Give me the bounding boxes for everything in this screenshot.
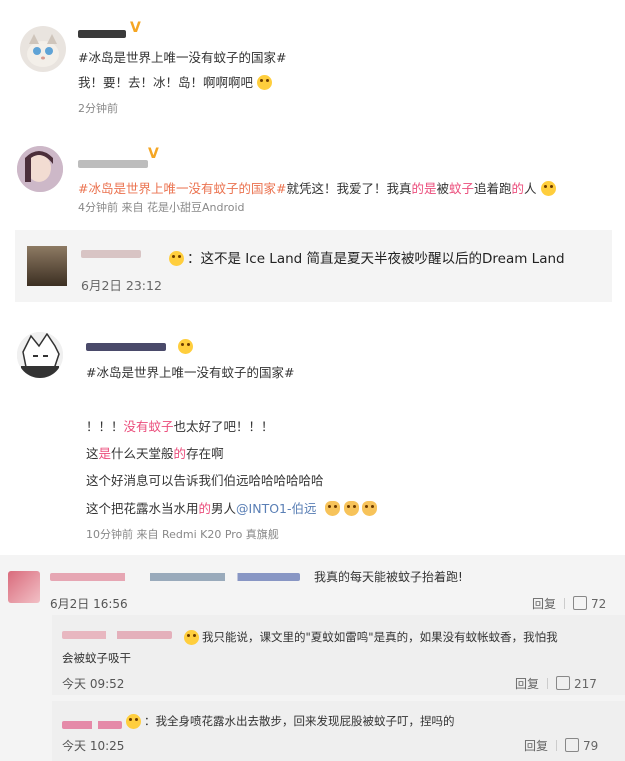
reply-button[interactable]: 回复 xyxy=(532,597,556,611)
crown-face-icon xyxy=(178,339,193,354)
text-part: 什么天堂般 xyxy=(111,446,174,461)
text-part: 这个把花露水当水用 xyxy=(86,501,199,516)
like-count: 72 xyxy=(591,597,607,611)
crying-face-icon xyxy=(257,75,272,90)
post-meta: 4分钟前 来自 花是小甜豆Android xyxy=(78,201,245,214)
face-emoji-icon xyxy=(169,251,184,266)
face-emoji-icon xyxy=(126,714,141,729)
topic-link[interactable]: #冰岛是世界上唯一没有蚊子的国家# xyxy=(86,362,294,381)
verified-badge-icon: V xyxy=(148,146,159,162)
text-part: 存在啊 xyxy=(186,446,224,461)
post-text: #冰岛是世界上唯一没有蚊子的国家#就凭这！我爱了！我真的是被蚊子追着跑的人 xyxy=(78,178,556,197)
post-line-4: 这个把花露水当水用的男人@INTO1-伯远 xyxy=(86,498,378,517)
like-thumb-icon[interactable] xyxy=(565,738,580,752)
text-part: 被 xyxy=(436,181,449,196)
text-part: 蚊子 xyxy=(449,181,475,196)
text-part: 我只能说，课文里的"夏蚊如雷鸣"是真的，如果没有蚊帐蚊香，我怕我 xyxy=(202,630,558,644)
like-count: 217 xyxy=(574,677,597,691)
avatar[interactable] xyxy=(17,332,63,378)
like-thumb-icon[interactable] xyxy=(556,676,571,690)
user-name[interactable] xyxy=(81,250,141,258)
reply-text: 我只能说，课文里的"夏蚊如雷鸣"是真的，如果没有蚊帐蚊香，我怕我 会被蚊子吸干 xyxy=(62,627,622,669)
text-part: 这 xyxy=(86,446,99,461)
reply-actions: 回复 217 xyxy=(515,675,597,692)
verified-badge-icon: V xyxy=(130,20,141,36)
divider xyxy=(547,678,549,689)
reply-2: ：我全身喷花露水出去散步，回来发现屁股被蚊子叮，捏吗的 今天 10:25 回复 7… xyxy=(52,701,625,761)
text-part: 会被蚊子吸干 xyxy=(62,651,131,665)
cat-emoji-icon xyxy=(324,501,340,516)
cat-emoji-icon xyxy=(362,501,378,516)
cat-emoji-icon xyxy=(343,501,359,516)
mention-link[interactable]: @INTO1-伯远 xyxy=(236,501,316,516)
reply-button[interactable]: 回复 xyxy=(524,739,548,753)
text-part: 的 xyxy=(173,446,187,461)
reply-1: 我只能说，课文里的"夏蚊如雷鸣"是真的，如果没有蚊帐蚊香，我怕我 会被蚊子吸干 … xyxy=(52,615,625,695)
text-part: 的 xyxy=(198,501,212,516)
post-line-1: ！！！没有蚊子也太好了吧！！！ xyxy=(86,416,274,435)
user-name[interactable] xyxy=(78,160,148,168)
divider xyxy=(564,598,566,609)
thumbnail-image[interactable] xyxy=(27,246,67,286)
text-part: 人 xyxy=(524,181,537,196)
text-part: 男人 xyxy=(211,501,237,516)
comment-actions: 回复 72 xyxy=(532,595,606,612)
user-name[interactable] xyxy=(50,573,300,581)
cat-avatar-icon xyxy=(27,34,59,67)
post-text: 我！要！去！冰！岛！啊啊啊吧 xyxy=(78,72,272,91)
text-part: 的是 xyxy=(411,181,437,196)
divider xyxy=(556,740,558,751)
comment-text: 我真的每天能被蚊子抬着跑! xyxy=(314,570,463,584)
avatar[interactable] xyxy=(17,146,63,192)
comment-time: 6月2日 23:12 xyxy=(81,278,162,293)
post-time[interactable]: 2分钟前 xyxy=(78,100,118,116)
reply-actions: 回复 79 xyxy=(524,737,598,754)
text-part: 也太好了吧！！！ xyxy=(173,419,274,434)
text-part: 是 xyxy=(98,446,112,461)
text-part: 的 xyxy=(511,181,525,196)
face-emoji-icon xyxy=(540,181,556,196)
user-name[interactable] xyxy=(86,343,166,351)
user-name[interactable] xyxy=(62,721,122,729)
topic-link[interactable]: #冰岛是世界上唯一没有蚊子的国家# xyxy=(78,47,286,66)
reply-time: 今天 09:52 xyxy=(62,677,125,691)
text-part: 就凭这！我爱了！我真 xyxy=(286,181,412,196)
text-part: 追着跑 xyxy=(474,181,512,196)
post-text-content: 我！要！去！冰！岛！啊啊啊吧 xyxy=(78,75,254,90)
user-name[interactable] xyxy=(78,30,126,38)
reply-time: 今天 10:25 xyxy=(62,739,125,753)
comment-time: 6月2日 16:56 xyxy=(50,597,128,611)
anime-avatar-icon xyxy=(17,332,63,378)
reply-button[interactable]: 回复 xyxy=(515,677,539,691)
post-line-3: 这个好消息可以告诉我们伯远哈哈哈哈哈哈 xyxy=(86,473,324,488)
comment-text: ：这不是 Ice Land 简直是夏天半夜被吵醒以后的Dream Land xyxy=(187,251,565,267)
reply-text: ：我全身喷花露水出去散步，回来发现屁股被蚊子叮，捏吗的 xyxy=(144,714,455,728)
like-thumb-icon[interactable] xyxy=(573,596,588,610)
like-count: 79 xyxy=(583,739,599,753)
avatar[interactable] xyxy=(20,26,66,72)
quoted-comment: ：这不是 Ice Land 简直是夏天半夜被吵醒以后的Dream Land 6月… xyxy=(15,230,612,302)
post-meta: 10分钟前 来自 Redmi K20 Pro 真旗舰 xyxy=(86,528,279,541)
text-part: ！！！ xyxy=(86,419,124,434)
post-4: #冰岛是世界上唯一没有蚊子的国家# ！！！没有蚊子也太好了吧！！！ 这是什么天堂… xyxy=(0,0,625,541)
topic-link[interactable]: #冰岛是世界上唯一没有蚊子的国家# xyxy=(78,181,286,196)
text-part: 没有蚊子 xyxy=(123,419,174,434)
post-line-2: 这是什么天堂般的存在啊 xyxy=(86,443,224,462)
person-avatar-icon xyxy=(17,146,63,192)
comment-thread: 我真的每天能被蚊子抬着跑! 6月2日 16:56 回复 72 我只能说，课文里的"… xyxy=(0,555,625,761)
commenter-avatar[interactable] xyxy=(8,571,40,603)
